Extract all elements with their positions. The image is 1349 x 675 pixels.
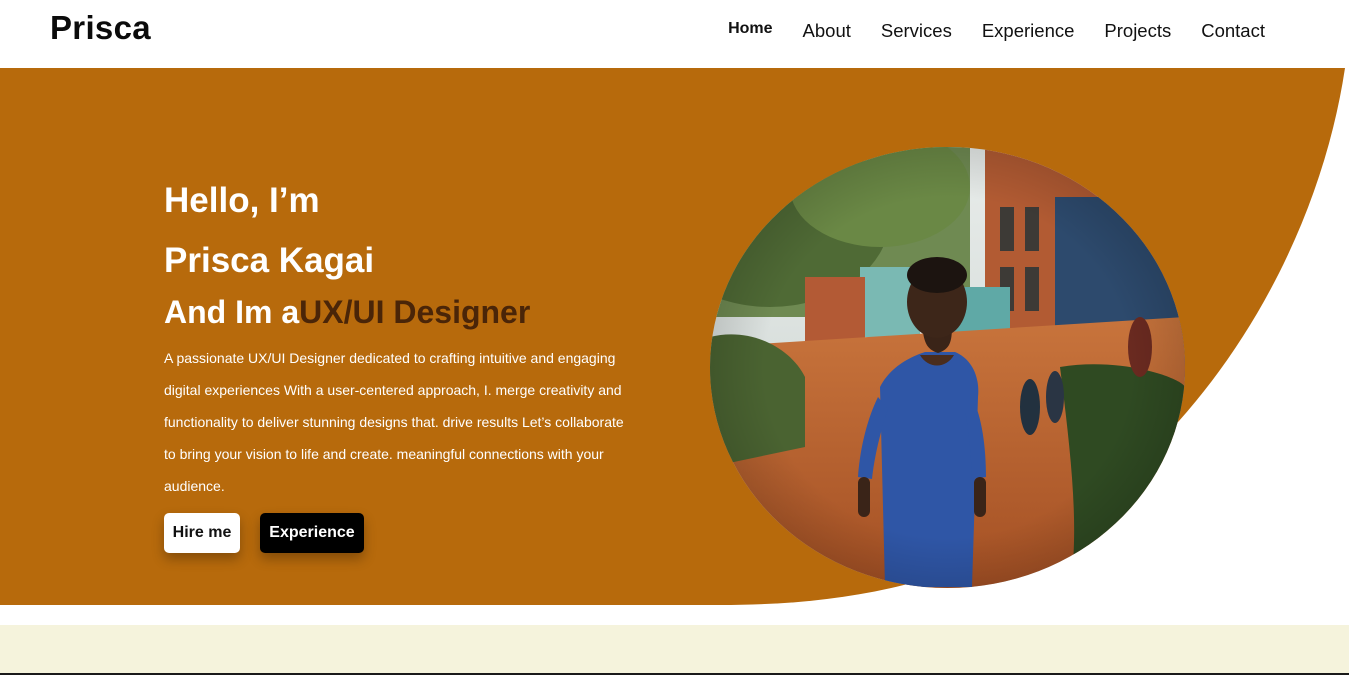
hire-me-button[interactable]: Hire me [164, 513, 240, 553]
role-title: UX/UI Designer [299, 294, 531, 330]
hero-greeting: Hello, I’m [164, 181, 320, 220]
nav-about[interactable]: About [803, 18, 851, 44]
next-section [0, 625, 1349, 673]
nav-projects[interactable]: Projects [1104, 18, 1171, 44]
profile-photo [710, 147, 1185, 588]
nav-experience[interactable]: Experience [982, 18, 1075, 44]
nav-contact[interactable]: Contact [1201, 18, 1265, 44]
role-prefix: And Im a [164, 294, 300, 330]
nav-services[interactable]: Services [881, 18, 952, 44]
profile-photo-illustration [710, 147, 1185, 588]
nav-home[interactable]: Home [728, 16, 772, 44]
hero-section: Hello, I’m Prisca Kagai And Im aUX/UI De… [0, 68, 1349, 625]
main-nav: Home About Services Experience Projects … [728, 18, 1265, 44]
top-navbar: Prisca Home About Services Experience Pr… [0, 0, 1349, 68]
experience-button[interactable]: Experience [260, 513, 364, 553]
brand-logo[interactable]: Prisca [50, 9, 151, 47]
hero-bio: A passionate UX/UI Designer dedicated to… [164, 350, 624, 494]
hero-role-line: And Im aUX/UI Designer [164, 294, 530, 331]
hero-name: Prisca Kagai [164, 241, 375, 280]
